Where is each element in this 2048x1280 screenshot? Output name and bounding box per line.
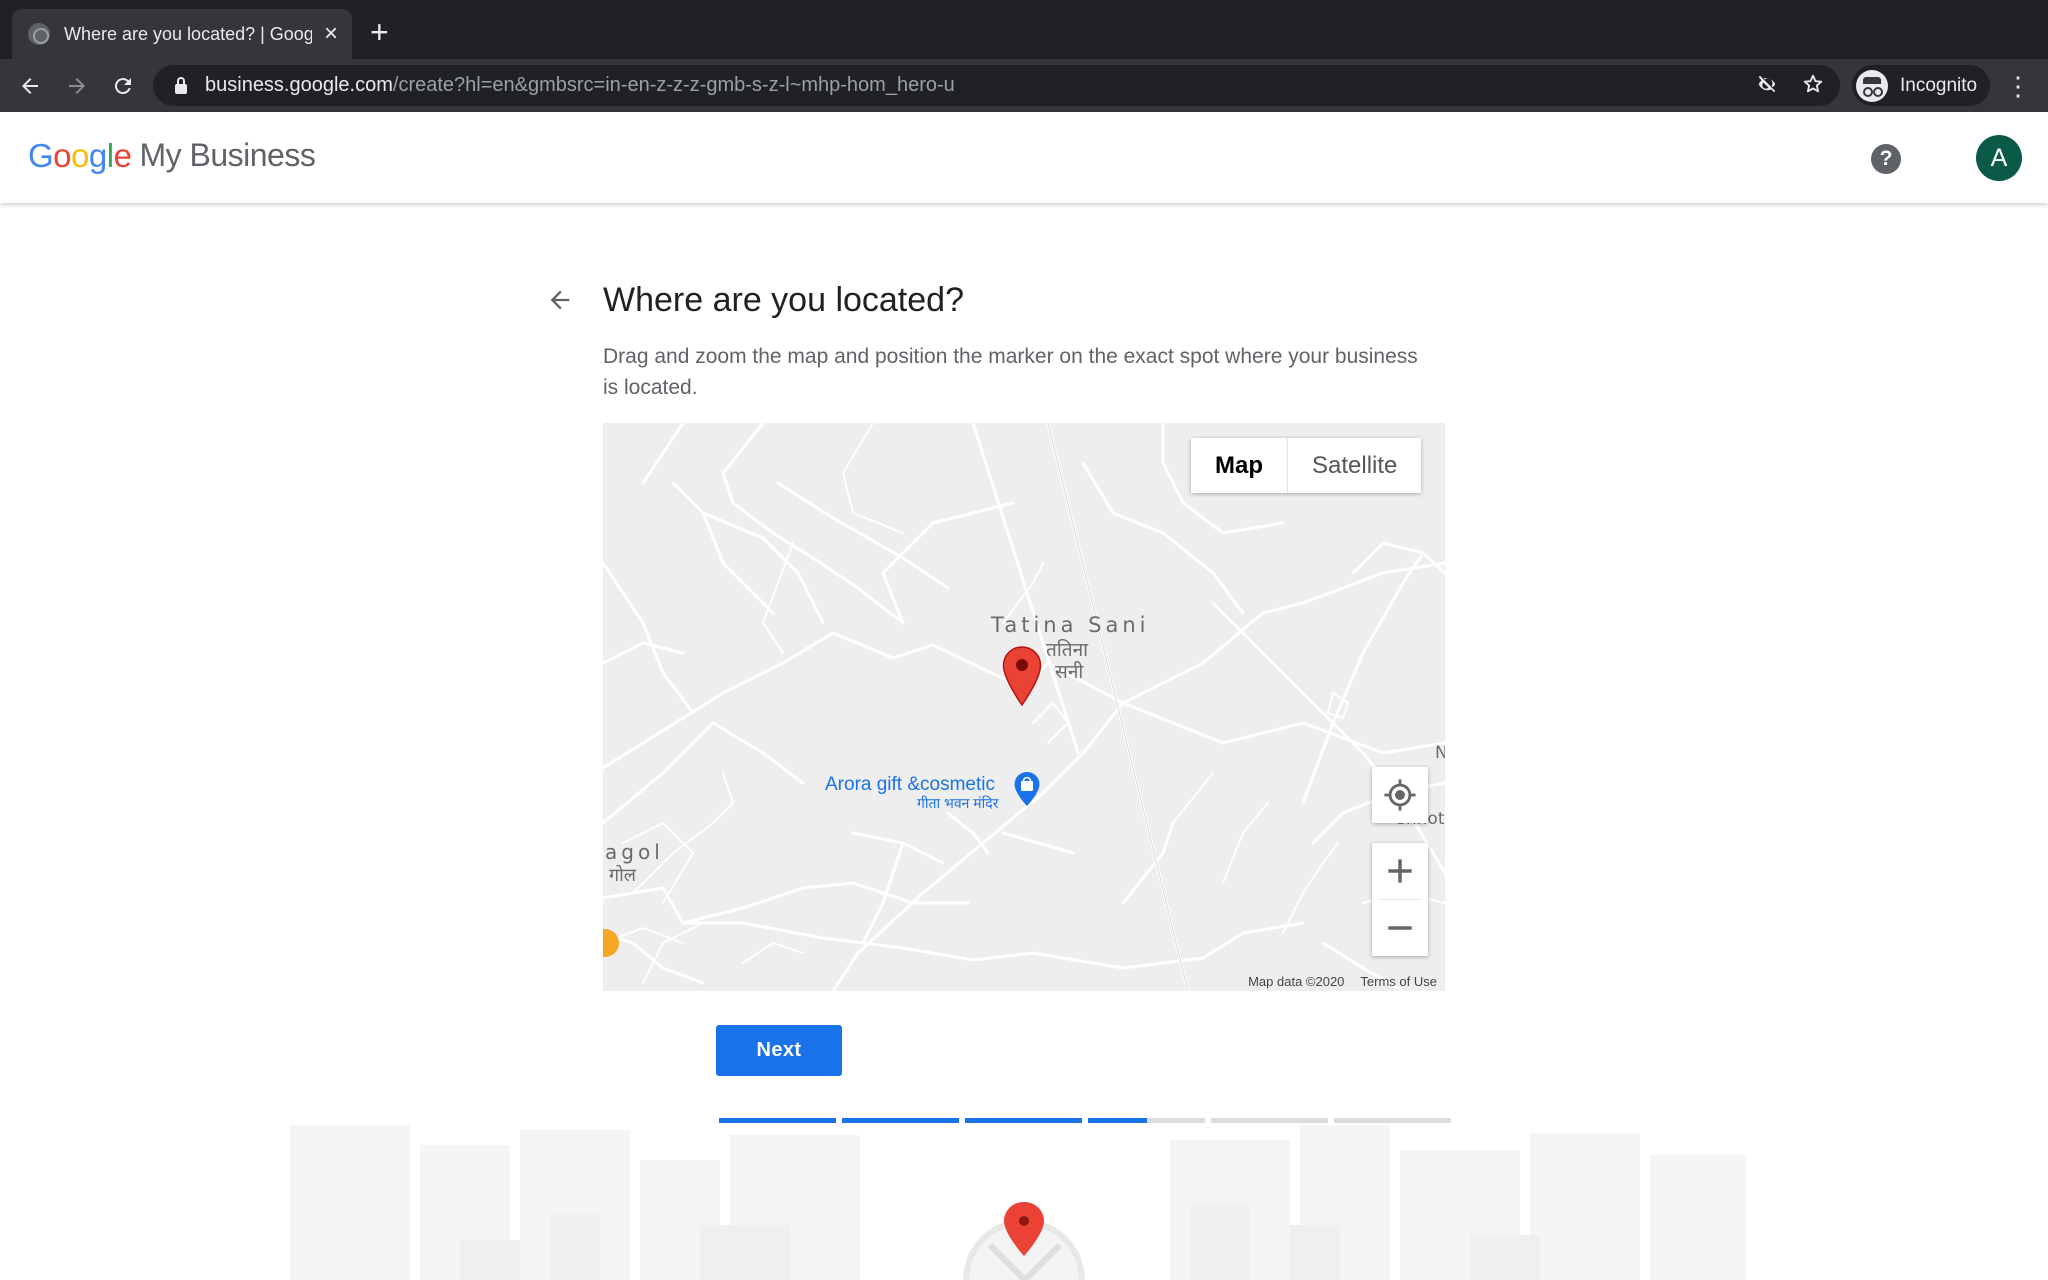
poi-label-hindi: गीता भवन मंदिर xyxy=(917,795,999,811)
edge-place-label: N xyxy=(1435,743,1445,763)
back-button[interactable] xyxy=(12,68,48,104)
zoom-in-button[interactable] xyxy=(1372,843,1428,899)
progress-segment xyxy=(1088,1118,1205,1123)
close-tab-icon[interactable]: × xyxy=(324,22,338,46)
address-bar[interactable]: business.google.com/create?hl=en&gmbsrc=… xyxy=(153,65,1840,106)
terms-of-use-link[interactable]: Terms of Use xyxy=(1360,974,1437,989)
url-path: /create?hl=en&gmbsrc=in-en-z-z-z-gmb-s-z… xyxy=(392,74,955,96)
progress-segment xyxy=(1211,1118,1328,1123)
edge-place-label: गोल xyxy=(609,865,636,886)
account-avatar[interactable]: A xyxy=(1976,135,2022,181)
reload-icon xyxy=(114,78,131,95)
google-my-business-logo[interactable]: Google My Business xyxy=(28,137,316,175)
village-label: Tatina Sani xyxy=(991,613,1150,637)
eye-off-icon[interactable] xyxy=(1754,73,1780,99)
tab-title: Where are you located? | Google My Busin… xyxy=(64,23,312,44)
star-icon[interactable] xyxy=(1800,73,1826,99)
location-map[interactable]: Map Satellite Tatina Sani ततिना सनी Aror… xyxy=(603,423,1445,991)
progress-segment xyxy=(1334,1118,1451,1123)
lock-icon xyxy=(175,76,187,94)
logo-letter: o xyxy=(71,137,89,174)
logo-letter: e xyxy=(113,137,132,174)
logo-product-name: My Business xyxy=(139,137,316,173)
edge-place-label: agol xyxy=(605,840,664,864)
page-description: Drag and zoom the map and position the m… xyxy=(603,345,1418,399)
back-arrow-icon xyxy=(22,78,38,94)
back-arrow-icon[interactable] xyxy=(544,286,576,318)
help-icon[interactable]: ? xyxy=(1871,144,1901,174)
progress-segment xyxy=(842,1118,959,1123)
zoom-out-button[interactable] xyxy=(1372,900,1428,956)
zoom-control xyxy=(1372,843,1428,956)
poi-shopping-icon[interactable] xyxy=(1013,771,1041,812)
incognito-label: Incognito xyxy=(1900,74,1978,96)
progress-segment-fill xyxy=(719,1118,836,1123)
progress-segment xyxy=(719,1118,836,1123)
progress-segment-fill xyxy=(842,1118,959,1123)
poi-label[interactable]: Arora gift &cosmetic xyxy=(825,774,995,796)
incognito-icon xyxy=(1856,69,1888,102)
incognito-profile-button[interactable]: Incognito xyxy=(1852,65,1990,106)
page-title: Where are you located? xyxy=(603,281,964,319)
app-header: Google My Business ? xyxy=(0,112,2048,203)
map-data-attribution: Map data ©2020 xyxy=(1248,974,1345,989)
browser-toolbar: business.google.com/create?hl=en&gmbsrc=… xyxy=(0,59,2048,112)
village-label-hindi: सनी xyxy=(1055,661,1084,683)
forward-arrow-icon xyxy=(69,78,85,94)
city-illustration xyxy=(290,1125,1746,1280)
url-text: business.google.com/create?hl=en&gmbsrc=… xyxy=(205,74,955,97)
new-tab-button[interactable]: + xyxy=(370,16,389,48)
progress-segment xyxy=(965,1118,1082,1123)
browser-tab[interactable]: Where are you located? | Google My Busin… xyxy=(12,9,352,59)
globe-icon xyxy=(28,23,50,45)
zoom-in-icon xyxy=(1388,859,1412,883)
map-footer: Map data ©2020 Terms of Use xyxy=(1248,974,1437,989)
reload-button[interactable] xyxy=(105,68,141,104)
satellite-view-button[interactable]: Satellite xyxy=(1288,438,1422,493)
logo-letter: G xyxy=(28,137,54,174)
browser-tabstrip: Where are you located? | Google My Busin… xyxy=(0,0,2048,59)
logo-letter: g xyxy=(88,137,107,174)
map-type-control: Map Satellite xyxy=(1191,438,1422,493)
map-view-button[interactable]: Map xyxy=(1191,438,1288,493)
logo-letter: o xyxy=(53,137,72,174)
progress-segment-fill xyxy=(1088,1118,1147,1123)
progress-segment-fill xyxy=(965,1118,1082,1123)
map-marker-icon[interactable] xyxy=(1002,646,1042,711)
my-location-button[interactable] xyxy=(1372,767,1428,823)
next-button[interactable]: Next xyxy=(716,1025,842,1076)
my-location-icon xyxy=(1372,767,1428,823)
forward-button[interactable] xyxy=(59,68,95,104)
logo-letter: l xyxy=(106,137,114,174)
url-host: business.google.com xyxy=(205,74,393,96)
more-vert-icon[interactable]: ⋮ xyxy=(2004,68,2032,104)
progress-indicator xyxy=(719,1118,1451,1123)
zoom-out-icon xyxy=(1388,926,1412,930)
